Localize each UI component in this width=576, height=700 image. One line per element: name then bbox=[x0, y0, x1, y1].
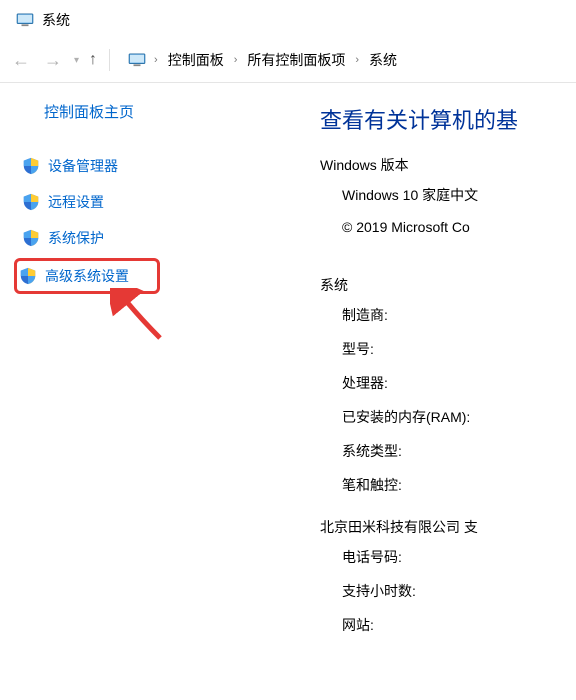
sidebar-title[interactable]: 控制面板主页 bbox=[44, 101, 200, 122]
system-row-system-type: 系统类型: bbox=[342, 441, 576, 461]
sidebar: 控制面板主页 设备管理器 远程设置 bbox=[0, 101, 200, 649]
system-row-processor: 处理器: bbox=[342, 373, 576, 393]
breadcrumb-item[interactable]: 系统 bbox=[367, 48, 399, 72]
sidebar-item-label: 系统保护 bbox=[48, 228, 104, 248]
chevron-right-icon: › bbox=[230, 54, 242, 66]
content: 控制面板主页 设备管理器 远程设置 bbox=[0, 83, 576, 649]
sidebar-item-device-manager[interactable]: 设备管理器 bbox=[18, 150, 200, 182]
sidebar-item-advanced-system-settings[interactable]: 高级系统设置 bbox=[14, 258, 160, 294]
windows-copyright: © 2019 Microsoft Co bbox=[342, 219, 576, 235]
support-row-website: 网站: bbox=[342, 615, 576, 635]
main-panel: 查看有关计算机的基 Windows 版本 Windows 10 家庭中文 © 2… bbox=[200, 101, 576, 649]
nav-forward-button[interactable]: → bbox=[42, 49, 64, 71]
support-row-hours: 支持小时数: bbox=[342, 581, 576, 601]
windows-edition: Windows 10 家庭中文 bbox=[342, 185, 576, 205]
page-heading: 查看有关计算机的基 bbox=[320, 103, 576, 135]
chevron-right-icon: › bbox=[351, 54, 363, 66]
shield-icon bbox=[22, 157, 40, 175]
shield-icon bbox=[22, 229, 40, 247]
system-icon bbox=[16, 13, 34, 27]
breadcrumb-item[interactable]: 控制面板 bbox=[166, 48, 226, 72]
system-icon bbox=[128, 53, 146, 67]
shield-icon bbox=[19, 267, 37, 285]
window-title: 系统 bbox=[42, 10, 70, 30]
separator bbox=[109, 49, 110, 71]
nav-history-dropdown[interactable]: ▾ bbox=[74, 55, 79, 66]
addressbar[interactable]: › 控制面板 › 所有控制面板项 › 系统 bbox=[128, 48, 399, 72]
system-row-pen-touch: 笔和触控: bbox=[342, 475, 576, 495]
sidebar-item-label: 设备管理器 bbox=[48, 156, 118, 176]
system-row-model: 型号: bbox=[342, 339, 576, 359]
system-row-ram: 已安装的内存(RAM): bbox=[342, 407, 576, 427]
titlebar: 系统 bbox=[0, 0, 576, 44]
section-title-windows: Windows 版本 bbox=[320, 155, 576, 175]
navbar: ← → ▾ ↑ › 控制面板 › 所有控制面板项 › 系统 bbox=[0, 44, 576, 83]
section-title-system: 系统 bbox=[320, 275, 576, 295]
section-title-support: 北京田米科技有限公司 支 bbox=[320, 517, 576, 537]
support-row-phone: 电话号码: bbox=[342, 547, 576, 567]
sidebar-item-system-protection[interactable]: 系统保护 bbox=[18, 222, 200, 254]
sidebar-item-label: 远程设置 bbox=[48, 192, 104, 212]
chevron-right-icon: › bbox=[150, 54, 162, 66]
shield-icon bbox=[22, 193, 40, 211]
nav-back-button[interactable]: ← bbox=[10, 49, 32, 71]
sidebar-item-remote-settings[interactable]: 远程设置 bbox=[18, 186, 200, 218]
sidebar-item-label: 高级系统设置 bbox=[45, 266, 129, 286]
system-row-manufacturer: 制造商: bbox=[342, 305, 576, 325]
breadcrumb-item[interactable]: 所有控制面板项 bbox=[245, 48, 347, 72]
nav-up-button[interactable]: ↑ bbox=[89, 51, 97, 69]
